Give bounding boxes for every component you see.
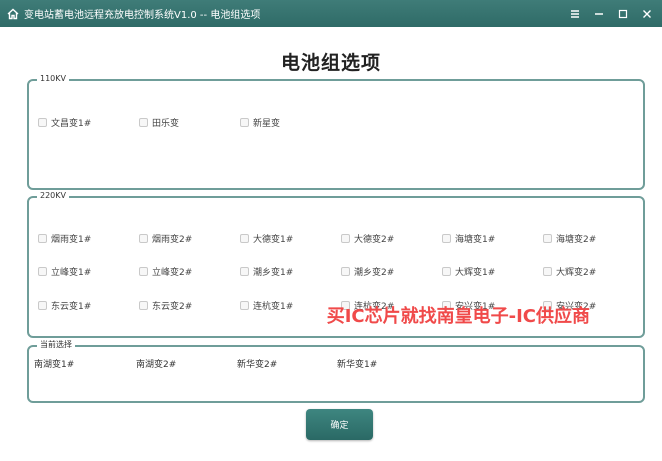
checkbox-box[interactable] xyxy=(38,234,47,243)
selected-item: 新华变2# xyxy=(237,360,278,370)
close-icon[interactable] xyxy=(640,7,654,21)
group-220kv-label: 220KV xyxy=(37,190,69,202)
checkbox-haitang-1[interactable]: 海塘变1# xyxy=(442,232,495,245)
checkbox-chaoxiang-2[interactable]: 潮乡变2# xyxy=(341,265,394,278)
checkbox-label: 立峰变1# xyxy=(51,268,92,278)
checkbox-label: 大辉变2# xyxy=(556,268,597,278)
checkbox-box[interactable] xyxy=(38,267,47,276)
checkbox-box[interactable] xyxy=(240,267,249,276)
checkbox-box[interactable] xyxy=(543,267,552,276)
checkbox-box[interactable] xyxy=(139,118,148,127)
menu-icon[interactable] xyxy=(568,7,582,21)
selected-item: 新华变1# xyxy=(337,360,378,370)
checkbox-chaoxiang-1[interactable]: 潮乡变1# xyxy=(240,265,293,278)
page-title: 电池组选项 xyxy=(280,52,381,74)
checkbox-box[interactable] xyxy=(341,234,350,243)
checkbox-box[interactable] xyxy=(139,267,148,276)
checkbox-box[interactable] xyxy=(139,234,148,243)
checkbox-label: 烟雨变1# xyxy=(51,235,92,245)
checkbox-box[interactable] xyxy=(38,118,47,127)
checkbox-box[interactable] xyxy=(341,267,350,276)
checkbox-dade-1[interactable]: 大德变1# xyxy=(240,232,293,245)
checkbox-box[interactable] xyxy=(240,118,249,127)
checkbox-tianle[interactable]: 田乐变 xyxy=(139,116,179,129)
checkbox-label: 立峰变2# xyxy=(152,268,193,278)
checkbox-xinxing[interactable]: 新星变 xyxy=(240,116,280,129)
checkbox-box[interactable] xyxy=(543,234,552,243)
window-title: 变电站蓄电池远程充放电控制系统V1.0 -- 电池组选项 xyxy=(24,10,261,21)
window-controls xyxy=(568,0,654,27)
current-selection-label: 当前选择 xyxy=(37,339,75,351)
checkbox-label: 海塘变2# xyxy=(556,235,597,245)
checkbox-label: 烟雨变2# xyxy=(152,235,193,245)
checkbox-lifeng-2[interactable]: 立峰变2# xyxy=(139,265,192,278)
group-110kv: 110KV 文昌变1# 田乐变 新星变 xyxy=(27,73,645,190)
checkbox-yanyu-2[interactable]: 烟雨变2# xyxy=(139,232,192,245)
checkbox-label: 大德变1# xyxy=(253,235,294,245)
checkbox-box[interactable] xyxy=(240,234,249,243)
confirm-button[interactable]: 确定 xyxy=(306,409,373,440)
checkbox-label: 田乐变 xyxy=(152,119,180,129)
selected-item: 南湖变1# xyxy=(34,360,75,370)
checkbox-lifeng-1[interactable]: 立峰变1# xyxy=(38,265,91,278)
checkbox-box[interactable] xyxy=(442,267,451,276)
checkbox-label: 潮乡变2# xyxy=(354,268,395,278)
checkbox-label: 大德变2# xyxy=(354,235,395,245)
minimize-icon[interactable] xyxy=(592,7,606,21)
checkbox-label: 新星变 xyxy=(253,119,281,129)
checkbox-label: 潮乡变1# xyxy=(253,268,294,278)
checkbox-yanyu-1[interactable]: 烟雨变1# xyxy=(38,232,91,245)
checkbox-wenchang-1[interactable]: 文昌变1# xyxy=(38,116,91,129)
home-icon[interactable] xyxy=(4,5,22,23)
maximize-icon[interactable] xyxy=(616,7,630,21)
checkbox-haitang-2[interactable]: 海塘变2# xyxy=(543,232,596,245)
checkbox-dahui-2[interactable]: 大辉变2# xyxy=(543,265,596,278)
checkbox-label: 海塘变1# xyxy=(455,235,496,245)
checkbox-label: 文昌变1# xyxy=(51,119,92,129)
title-bar: 变电站蓄电池远程充放电控制系统V1.0 -- 电池组选项 xyxy=(0,0,662,27)
checkbox-dade-2[interactable]: 大德变2# xyxy=(341,232,394,245)
selected-item: 南湖变2# xyxy=(136,360,177,370)
checkbox-box[interactable] xyxy=(442,234,451,243)
group-current-selection: 当前选择 南湖变1# 南湖变2# 新华变2# 新华变1# xyxy=(27,339,645,403)
group-110kv-label: 110KV xyxy=(37,73,69,85)
watermark-text: 买IC芯片就找南皇电子-IC供应商 xyxy=(326,306,590,327)
checkbox-dahui-1[interactable]: 大辉变1# xyxy=(442,265,495,278)
checkbox-label: 大辉变1# xyxy=(455,268,496,278)
